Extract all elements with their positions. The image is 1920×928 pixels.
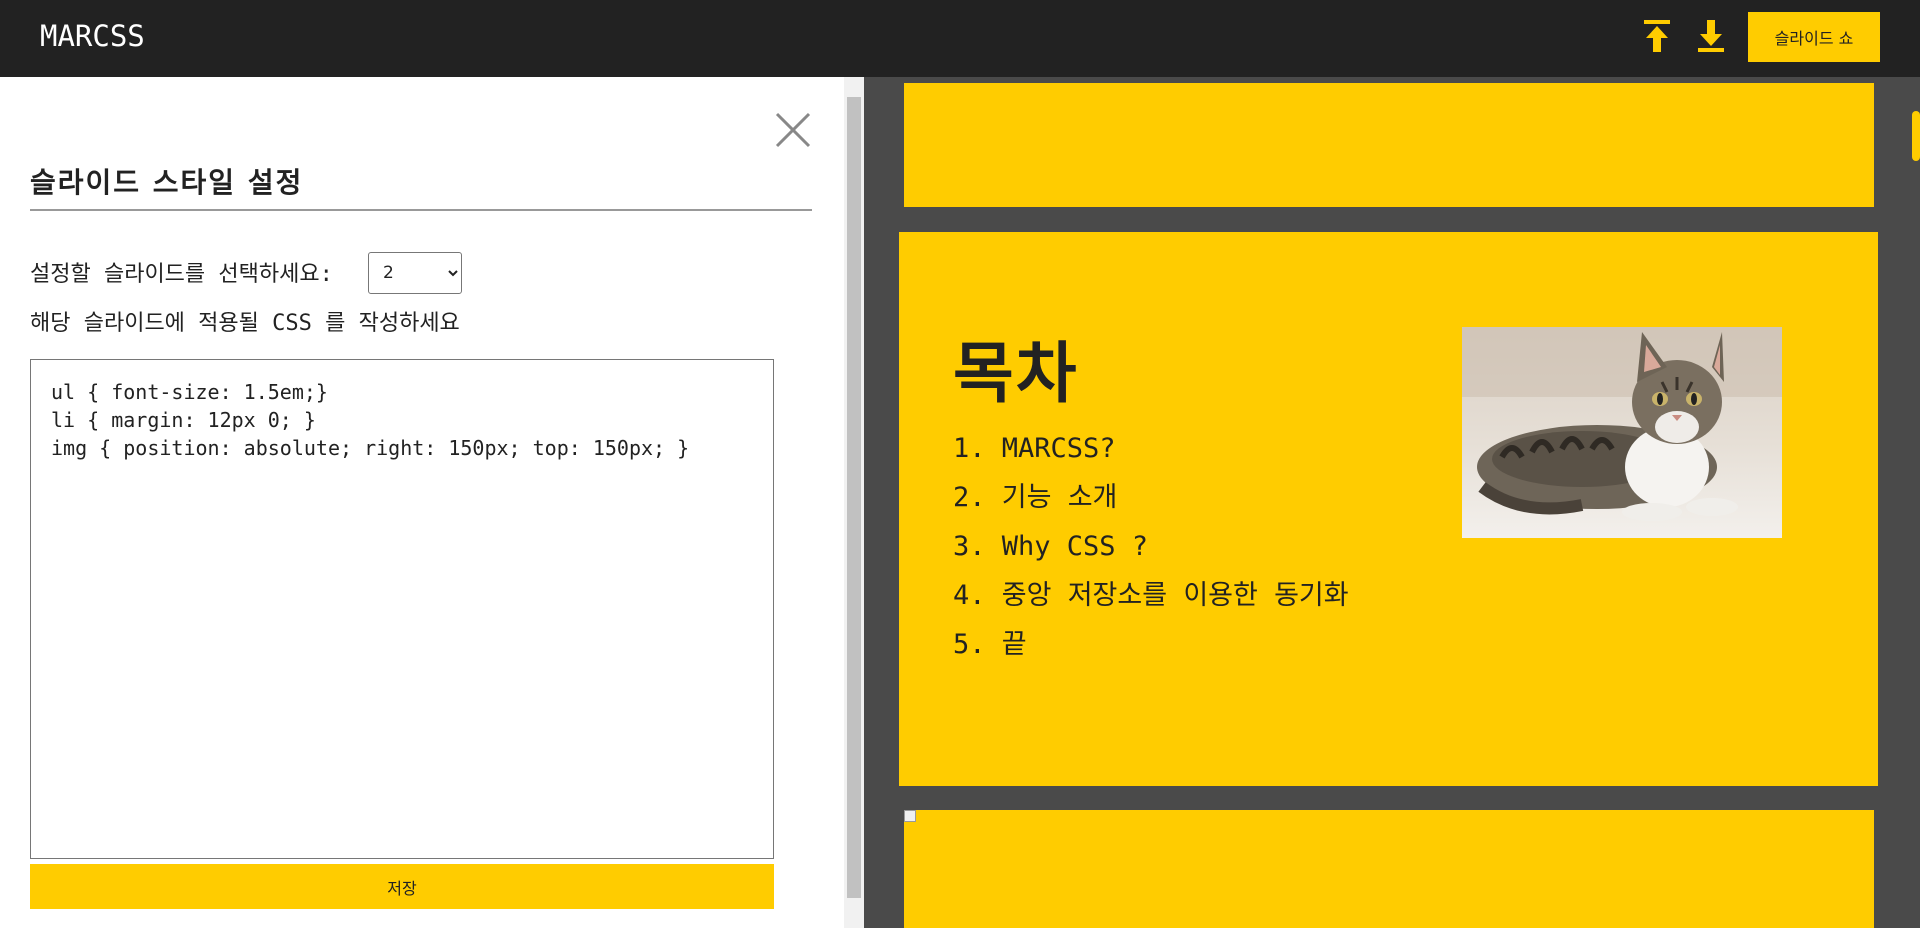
slide-heading: 목차 xyxy=(953,335,1079,412)
toc-item: 3. Why CSS ? xyxy=(953,531,1149,562)
close-icon[interactable] xyxy=(774,111,812,149)
top-header: MARCSS 슬라이드 쇼 xyxy=(0,0,1920,77)
toc-item: 1. MARCSS? xyxy=(953,433,1116,464)
panel-scrollbar[interactable] xyxy=(844,77,864,928)
toc-list: 1. MARCSS? 2. 기능 소개 3. Why CSS ? 4. 중앙 저… xyxy=(953,424,1349,669)
panel-scroll-thumb[interactable] xyxy=(847,97,861,898)
upload-arrow-icon[interactable] xyxy=(1640,18,1674,54)
slide-2-preview[interactable]: 목차 1. MARCSS? 2. 기능 소개 3. Why CSS ? 4. 중… xyxy=(899,232,1878,786)
slide-1-preview[interactable] xyxy=(904,83,1874,207)
slide-select-label: 설정할 슬라이드를 선택하세요: xyxy=(30,262,333,287)
style-settings-panel: 슬라이드 스타일 설정 설정할 슬라이드를 선택하세요: 2 해당 슬라이드에 … xyxy=(0,77,846,928)
slide-preview-area: 목차 1. MARCSS? 2. 기능 소개 3. Why CSS ? 4. 중… xyxy=(864,77,1920,928)
broken-image-icon xyxy=(904,810,916,822)
toc-item: 2. 기능 소개 xyxy=(953,482,1118,513)
cat-photo xyxy=(1462,327,1782,538)
download-arrow-icon[interactable] xyxy=(1694,18,1728,54)
panel-title: 슬라이드 스타일 설정 xyxy=(30,166,304,199)
app-logo[interactable]: MARCSS xyxy=(40,14,145,58)
css-code-editor[interactable]: ul { font-size: 1.5em;} li { margin: 12p… xyxy=(30,359,774,859)
title-divider xyxy=(30,209,812,211)
toc-item: 5. 끝 xyxy=(953,629,1027,660)
css-editor-label: 해당 슬라이드에 적용될 CSS 를 작성하세요 xyxy=(30,311,460,336)
preview-scroll-thumb[interactable] xyxy=(1912,111,1920,161)
slideshow-button[interactable]: 슬라이드 쇼 xyxy=(1748,12,1880,62)
slide-3-preview[interactable] xyxy=(904,810,1874,928)
slide-number-select[interactable]: 2 xyxy=(368,252,462,294)
save-button[interactable]: 저장 xyxy=(30,864,774,909)
toc-item: 4. 중앙 저장소를 이용한 동기화 xyxy=(953,580,1349,611)
